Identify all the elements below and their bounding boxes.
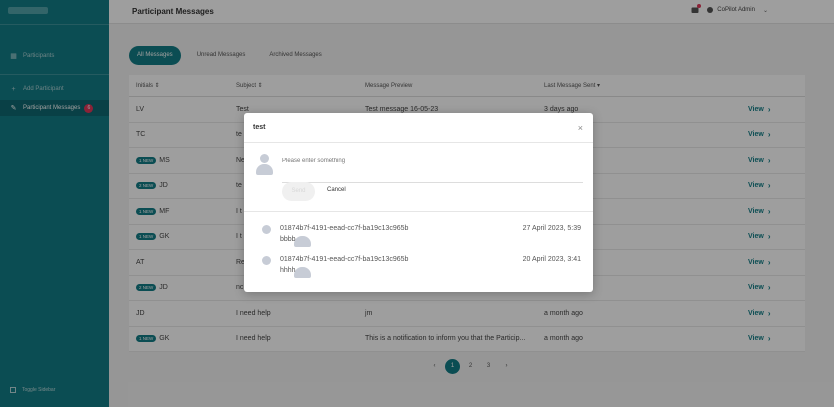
modal-title: test bbox=[253, 124, 266, 131]
message-date: 27 April 2023, 5:39 bbox=[522, 225, 581, 232]
modal-header: test × bbox=[244, 113, 593, 143]
app-root: ▦ Participants + Add Participant ✎ Parti… bbox=[0, 0, 834, 407]
cancel-button[interactable]: Cancel bbox=[327, 187, 346, 193]
message-body: bbbb bbox=[280, 236, 296, 243]
avatar bbox=[256, 154, 273, 175]
message-thread-modal: test × Send Cancel 01874b7f-4191-eead-cc… bbox=[244, 113, 593, 292]
message-item: 01874b7f-4191-eead-cc7f-ba19c13c965b bbb… bbox=[244, 225, 593, 251]
message-item: 01874b7f-4191-eead-cc7f-ba19c13c965b hhh… bbox=[244, 256, 593, 282]
avatar bbox=[258, 256, 311, 278]
avatar bbox=[258, 225, 311, 247]
message-date: 20 April 2023, 3:41 bbox=[522, 256, 581, 263]
message-sender: 01874b7f-4191-eead-cc7f-ba19c13c965b bbox=[280, 256, 409, 263]
send-button[interactable]: Send bbox=[282, 182, 315, 201]
message-sender: 01874b7f-4191-eead-cc7f-ba19c13c965b bbox=[280, 225, 409, 232]
reply-input[interactable] bbox=[282, 158, 583, 183]
message-body: hhhh bbox=[280, 267, 296, 274]
close-icon[interactable]: × bbox=[578, 123, 583, 133]
modal-divider bbox=[244, 211, 593, 212]
